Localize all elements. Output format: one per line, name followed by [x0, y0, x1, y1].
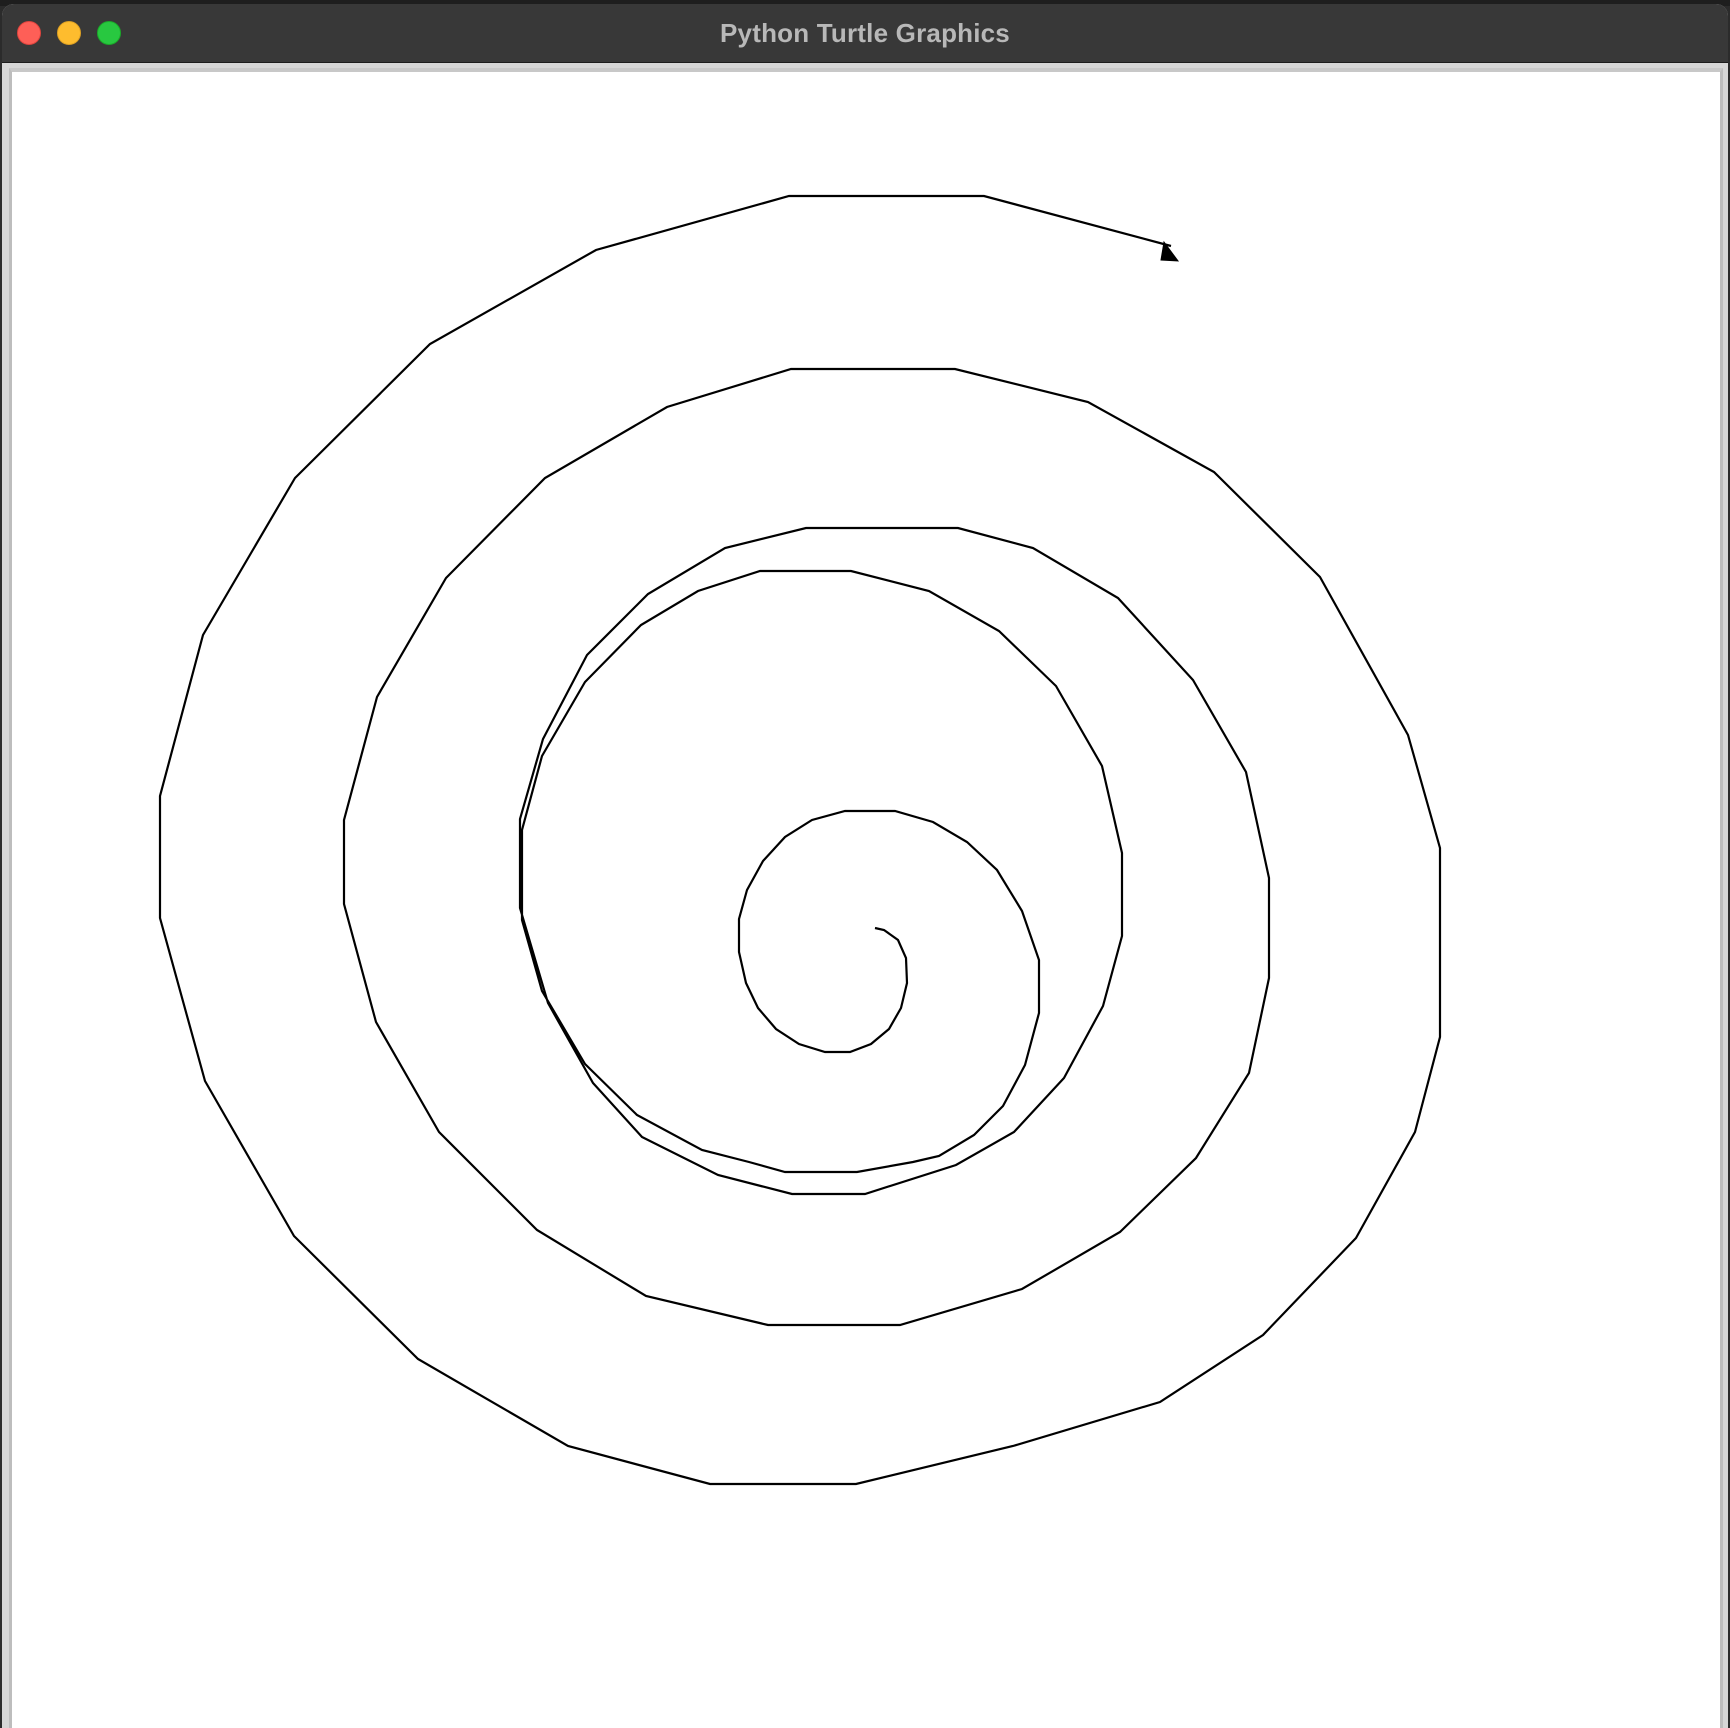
spiral-path	[158, 194, 1442, 1486]
drawing-surface	[158, 194, 1442, 1486]
title-bar[interactable]: Python Turtle Graphics	[2, 4, 1728, 63]
window-title: Python Turtle Graphics	[720, 18, 1010, 48]
turtle-window: Python Turtle Graphics	[2, 4, 1728, 1728]
turtle-canvas[interactable]	[9, 68, 1723, 1728]
